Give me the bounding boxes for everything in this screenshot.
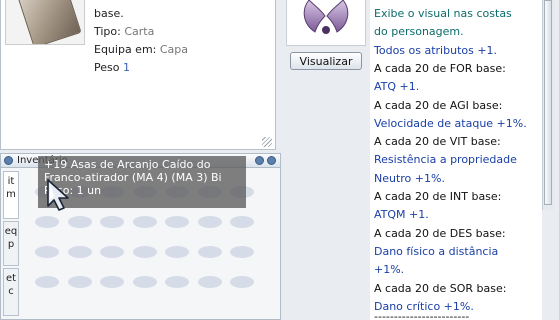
scroll-thumb[interactable] [544, 0, 552, 205]
inventory-slot[interactable] [165, 276, 189, 288]
inventory-slot[interactable] [100, 276, 124, 288]
description-line: ATQ +1. [374, 80, 420, 93]
inventory-slot[interactable] [198, 276, 222, 288]
inventory-slot[interactable] [230, 216, 254, 228]
base-text: base. [94, 7, 124, 20]
item-equip-row: Equipa em: Capa [94, 43, 188, 57]
description-line: +1%. [374, 263, 405, 276]
description-separator: ------------------------ [374, 310, 470, 320]
inventory-slot[interactable] [165, 246, 189, 258]
equip-label: Equipa em: [94, 43, 157, 56]
item-info-panel: base. Tipo: Carta Equipa em: Capa Peso 1 [0, 0, 276, 150]
inventory-slot[interactable] [133, 216, 157, 228]
inventory-slot[interactable] [230, 246, 254, 258]
item-type-row: Tipo: Carta [94, 25, 154, 39]
inventory-menu-icon[interactable] [4, 156, 13, 165]
resize-grip-icon[interactable] [262, 137, 272, 147]
inventory-slot[interactable] [100, 246, 124, 258]
description-line: Velocidade de ataque +1%. [374, 117, 527, 130]
inventory-slot[interactable] [165, 216, 189, 228]
description-line: A cada 20 de INT base: [374, 190, 502, 203]
equip-value: Capa [159, 43, 189, 56]
description-line: ATQM +1. [374, 208, 429, 221]
tab-etc[interactable]: etc [3, 268, 19, 316]
minimize-icon[interactable] [255, 156, 264, 165]
wings-preview-icon [303, 0, 349, 34]
description-line: A cada 20 de FOR base: [374, 62, 506, 75]
description-scrollbar[interactable] [542, 0, 554, 210]
weight-value: 1 [122, 61, 130, 74]
card-image [12, 0, 82, 44]
description-line: A cada 20 de AGI base: [374, 99, 503, 112]
description-line: Neutro +1%. [374, 172, 445, 185]
visual-preview [286, 0, 366, 46]
weight-label: Peso [94, 61, 120, 74]
inventory-slot[interactable] [230, 276, 254, 288]
item-base-text: base. [94, 7, 124, 21]
tab-equipment[interactable]: eqp [3, 221, 19, 266]
inventory-slot[interactable] [35, 276, 59, 288]
inventory-slot[interactable] [198, 246, 222, 258]
inventory-slot[interactable] [35, 246, 59, 258]
inventory-slot[interactable] [35, 216, 59, 228]
visualize-button[interactable]: Visualizar [290, 52, 362, 70]
inventory-slot[interactable] [133, 276, 157, 288]
type-value: Carta [124, 25, 155, 38]
item-weight-row: Peso 1 [94, 61, 130, 75]
description-line: A cada 20 de DES base: [374, 227, 506, 240]
close-icon[interactable] [267, 156, 276, 165]
description-line: A cada 20 de VIT base: [374, 135, 501, 148]
description-line: Resistência a propriedade [374, 153, 517, 166]
card-thumbnail [5, 0, 85, 45]
inventory-slot[interactable] [68, 216, 92, 228]
description-line: A cada 20 de SOR base: [374, 282, 507, 295]
description-line: Exibe o visual nas costas [374, 7, 512, 20]
inventory-slot[interactable] [68, 246, 92, 258]
description-line: Todos os atributos +1. [374, 44, 498, 57]
mouse-cursor-icon [47, 179, 69, 211]
inventory-slot[interactable] [100, 216, 124, 228]
inventory-slot[interactable] [68, 276, 92, 288]
inventory-slot[interactable] [133, 246, 157, 258]
inventory-slot[interactable] [198, 216, 222, 228]
tab-items[interactable]: itm [3, 171, 19, 219]
description-line: do personagem. [374, 25, 464, 38]
description-line: Dano físico a distância [374, 245, 499, 258]
type-label: Tipo: [94, 25, 121, 38]
item-description: Exibe o visual nas costas do personagem. T… [370, 0, 542, 320]
